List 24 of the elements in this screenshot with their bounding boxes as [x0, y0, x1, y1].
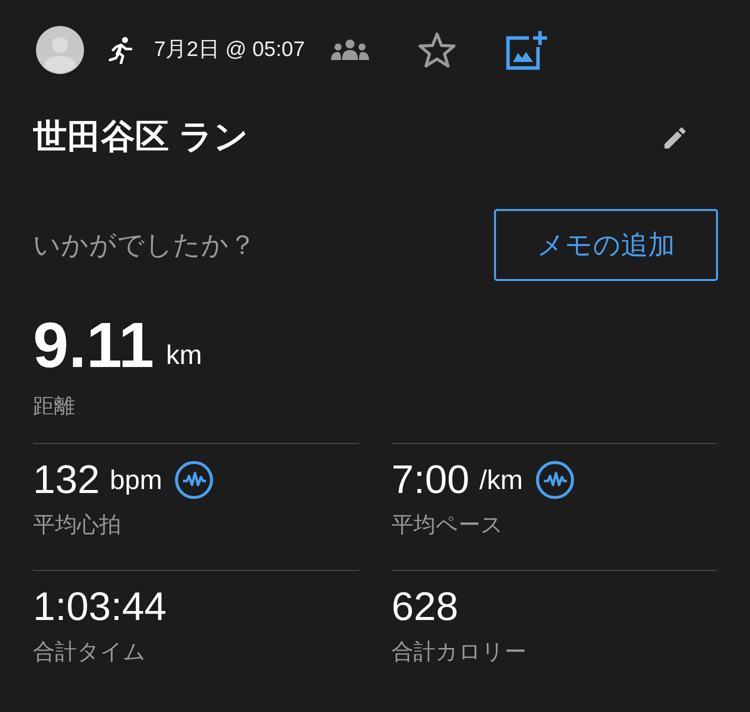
stat-label: 平均心拍 — [33, 511, 121, 539]
star-icon[interactable] — [416, 31, 457, 69]
runner-icon — [108, 36, 134, 64]
stat-value: 132 — [33, 460, 100, 500]
stat-value: 628 — [392, 586, 458, 626]
stat-value: 1:03:44 — [33, 586, 166, 626]
activity-chart-icon[interactable] — [534, 460, 575, 500]
stat-value: 7:00 — [392, 460, 470, 500]
stat-label: 合計カロリー — [392, 638, 526, 666]
distance-unit: km — [166, 338, 202, 372]
add-note-button[interactable]: メモの追加 — [494, 209, 718, 281]
add-photo-icon[interactable] — [504, 29, 547, 71]
activity-title: 世田谷区 ラン — [33, 117, 248, 158]
distance-label: 距離 — [33, 394, 75, 420]
stat-unit: /km — [479, 464, 523, 496]
distance-value: 9.11 — [33, 313, 154, 377]
feedback-prompt: いかがでしたか？ — [33, 228, 256, 262]
activity-date: 7月2日 @ 05:07 — [154, 37, 305, 64]
group-icon[interactable] — [330, 39, 369, 61]
avatar-icon[interactable] — [36, 26, 84, 74]
stat-unit: bpm — [110, 464, 162, 497]
activity-chart-icon[interactable] — [174, 460, 214, 500]
stat-label: 合計タイム — [33, 638, 146, 666]
stat-label: 平均ペース — [392, 511, 504, 539]
